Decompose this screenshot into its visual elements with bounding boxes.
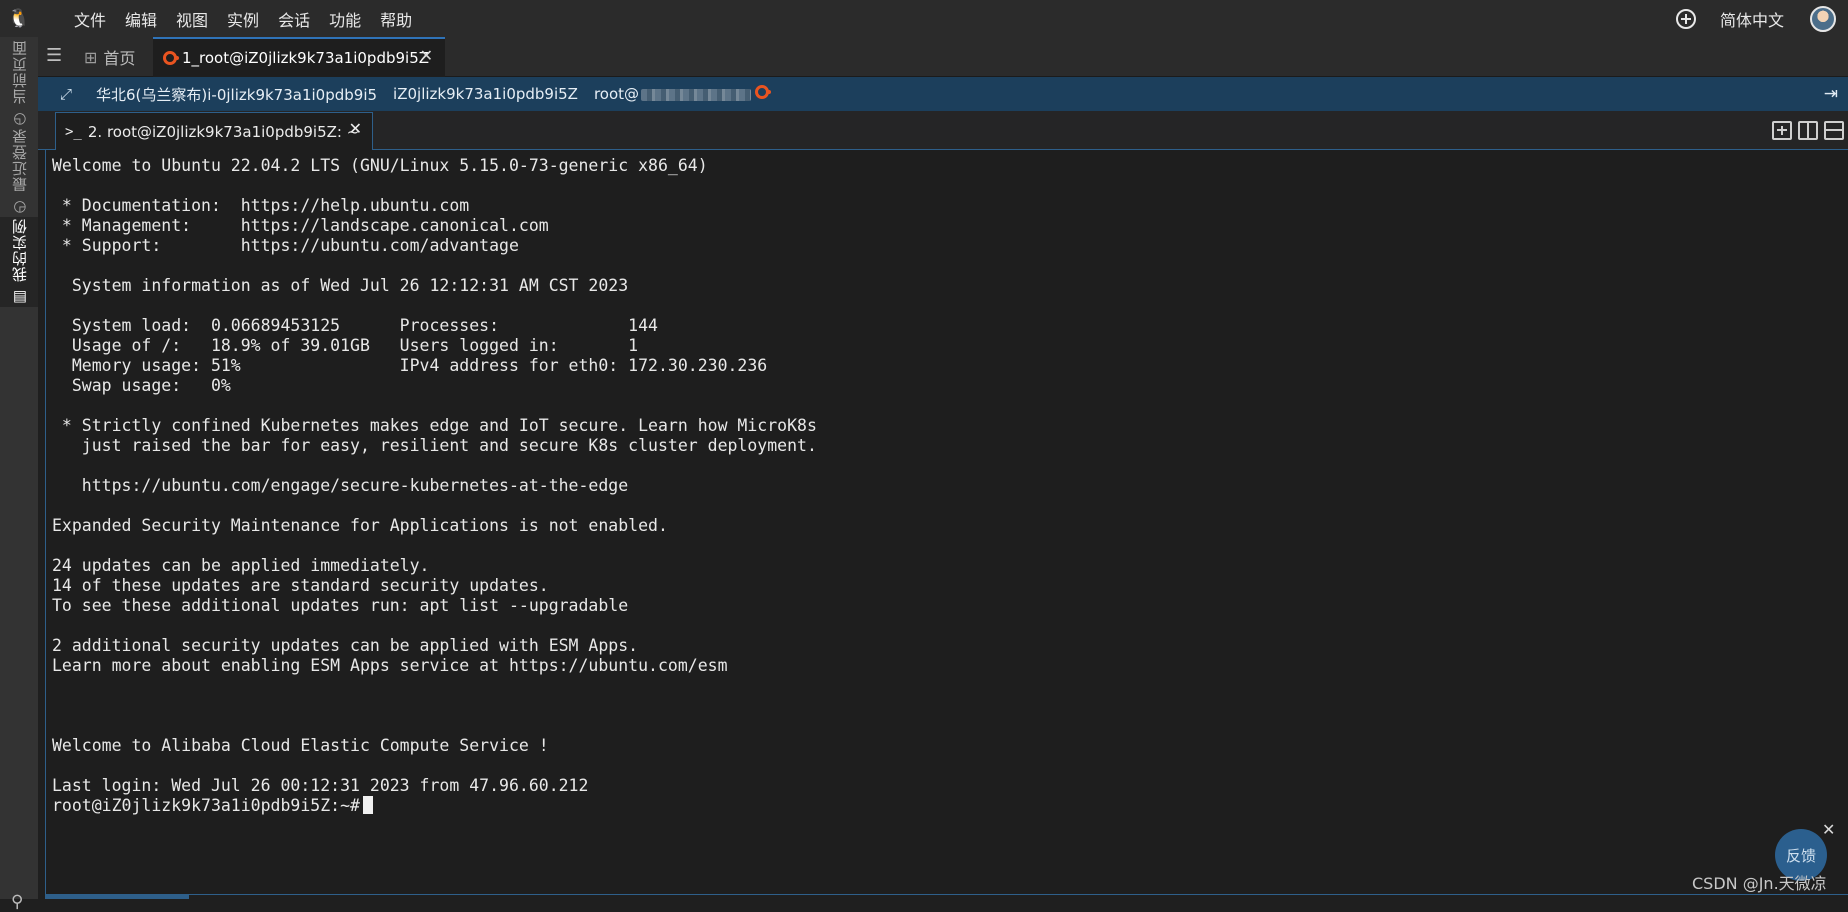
grid-icon: ⊞ — [84, 47, 98, 67]
tab-home[interactable]: ⊞ 首页 — [84, 37, 135, 77]
terminal-line: Memory usage: 51% IPv4 address for eth0:… — [52, 356, 768, 375]
terminal-line: Learn more about enabling ESM Apps servi… — [52, 656, 728, 675]
sidebar-tab-label: 当前页面 — [10, 39, 29, 104]
close-icon[interactable]: ✕ — [1822, 820, 1835, 839]
terminal-line: Expanded Security Maintenance for Applic… — [52, 516, 668, 535]
ubuntu-icon — [163, 51, 179, 65]
terminal-line: Last login: Wed Jul 26 00:12:31 2023 fro… — [52, 776, 589, 795]
user-avatar[interactable] — [1810, 5, 1836, 32]
connection-info-bar: ⤢ 华北6(乌兰察布)i-0jlizk9k73a1i0pdb9i5 iZ0jli… — [38, 77, 1848, 111]
terminal-prompt: root@iZ0jlizk9k73a1i0pdb9i5Z:~# — [52, 796, 360, 815]
collapse-list-icon[interactable]: ☰ — [46, 46, 66, 66]
sidebar-tab-label: 我的实例 — [10, 217, 29, 282]
terminal-line: System information as of Wed Jul 26 12:1… — [52, 276, 629, 295]
menu-session[interactable]: 会话 — [278, 7, 310, 31]
terminal-line: https://ubuntu.com/engage/secure-kuberne… — [52, 476, 629, 495]
terminal-line: 2 additional security updates can be app… — [52, 636, 639, 655]
tab-session[interactable]: 1_root@iZ0jlizk9k73a1i0pdb9i5Z ✕ — [153, 37, 445, 77]
terminal-prompt-line: root@iZ0jlizk9k73a1i0pdb9i5Z:~# — [52, 796, 1848, 816]
tab-session-label: 1_root@iZ0jlizk9k73a1i0pdb9i5Z — [182, 49, 430, 67]
history-icon: ◴ — [10, 197, 29, 217]
tab-terminal[interactable]: >_ 2. root@iZ0jlizk9k73a1i0pdb9i5Z: ~ ✕ — [55, 112, 373, 150]
terminal-line: * Support: https://ubuntu.com/advantage — [52, 236, 519, 255]
sidebar-tab-my-instances[interactable]: ▤ 我的实例 — [0, 217, 38, 307]
divider — [45, 895, 189, 899]
menu-features[interactable]: 功能 — [329, 7, 361, 31]
terminal-line: just raised the bar for easy, resilient … — [52, 436, 817, 455]
tab-home-label: 首页 — [103, 49, 136, 68]
terminal-line: Swap usage: 0% — [52, 376, 231, 395]
terminal-line: * Documentation: https://help.ubuntu.com — [52, 196, 470, 215]
terminal-line: System load: 0.06689453125 Processes: 14… — [52, 316, 658, 335]
sidebar-tab-current-page[interactable]: ◷ 当前页面 — [0, 39, 38, 129]
terminal-tab-bar: >_ 2. root@iZ0jlizk9k73a1i0pdb9i5Z: ~ ✕ — [38, 111, 1848, 150]
pin-icon[interactable]: ⚲ — [11, 892, 23, 912]
terminal-line: Usage of /: 18.9% of 39.01GB Users logge… — [52, 336, 639, 355]
hostname-label: iZ0jlizk9k73a1i0pdb9i5Z — [393, 85, 578, 103]
ubuntu-icon — [755, 85, 772, 99]
menu-edit[interactable]: 编辑 — [125, 7, 157, 31]
menu-help[interactable]: 帮助 — [380, 7, 412, 31]
terminal-line: * Management: https://landscape.canonica… — [52, 216, 549, 235]
new-pane-icon[interactable] — [1772, 121, 1792, 140]
terminal-lines: Welcome to Ubuntu 22.04.2 LTS (GNU/Linux… — [52, 156, 1848, 796]
close-icon[interactable]: ✕ — [349, 119, 362, 138]
close-icon[interactable]: ✕ — [420, 46, 433, 65]
exit-icon[interactable]: ⇥ — [1824, 84, 1838, 104]
left-sidebar: ◷ 当前页面 ◴ 最近登录 ▤ 我的实例 ⚲ — [0, 37, 38, 912]
split-vertical-icon[interactable] — [1798, 121, 1818, 140]
session-tab-bar: ☰ ⊞ 首页 1_root@iZ0jlizk9k73a1i0pdb9i5Z ✕ — [38, 37, 1848, 77]
menu-file[interactable]: 文件 — [74, 7, 106, 31]
sidebar-tab-recent-login[interactable]: ◴ 最近登录 — [0, 127, 38, 217]
menu-view[interactable]: 视图 — [176, 7, 208, 31]
menu-instance[interactable]: 实例 — [227, 7, 259, 31]
menu-bar: 🐧 文件 编辑 视图 实例 会话 功能 帮助 简体中文 — [0, 0, 1848, 37]
user-host-label: root@ — [594, 85, 774, 103]
fullscreen-icon[interactable]: ⤢ — [60, 85, 72, 103]
sidebar-tab-label: 最近登录 — [10, 127, 29, 192]
plus-circle-icon[interactable] — [1675, 8, 1696, 29]
terminal-line: 24 updates can be applied immediately. — [52, 556, 430, 575]
text-cursor — [362, 796, 373, 814]
terminal-line: Welcome to Ubuntu 22.04.2 LTS (GNU/Linux… — [52, 156, 708, 175]
list-icon: ▤ — [10, 287, 29, 307]
region-label: 华北6(乌兰察布)i-0jlizk9k73a1i0pdb9i5 — [96, 85, 378, 104]
clock-icon: ◷ — [10, 109, 29, 129]
tux-icon[interactable]: 🐧 — [0, 0, 38, 37]
language-selector[interactable]: 简体中文 — [1720, 7, 1784, 31]
terminal-output[interactable]: Welcome to Ubuntu 22.04.2 LTS (GNU/Linux… — [45, 150, 1848, 895]
user-prefix: root@ — [593, 85, 640, 103]
terminal-line: To see these additional updates run: apt… — [52, 596, 629, 615]
watermark: CSDN @Jn.天微凉 — [1692, 874, 1827, 893]
layout-controls — [1772, 121, 1844, 140]
redacted-ip — [641, 88, 752, 101]
tab-terminal-label: 2. root@iZ0jlizk9k73a1i0pdb9i5Z: ~ — [87, 122, 360, 141]
split-horizontal-icon[interactable] — [1824, 121, 1844, 140]
terminal-line: Welcome to Alibaba Cloud Elastic Compute… — [52, 736, 549, 755]
terminal-line: * Strictly confined Kubernetes makes edg… — [52, 416, 817, 435]
terminal-line: 14 of these updates are standard securit… — [52, 576, 549, 595]
terminal-icon: >_ — [65, 123, 82, 140]
